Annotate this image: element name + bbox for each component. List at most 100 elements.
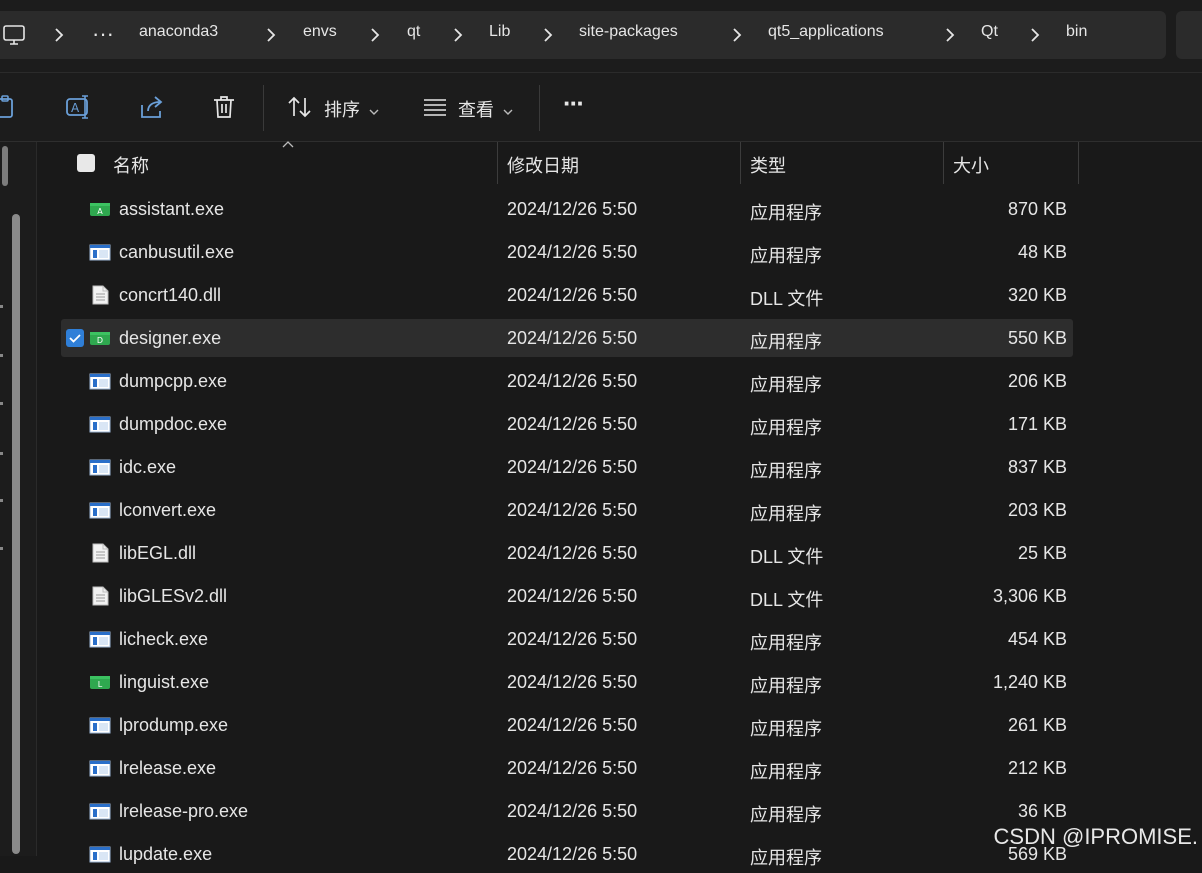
- toolbar-divider: [263, 85, 264, 131]
- share-icon[interactable]: [138, 93, 166, 121]
- file-row[interactable]: lprodump.exe 2024/12/26 5:50 应用程序 261 KB: [61, 706, 1073, 744]
- breadcrumb-overflow[interactable]: ···: [92, 21, 114, 47]
- file-type: 应用程序: [750, 848, 822, 868]
- address-bar[interactable]: ··· anaconda3 envs qt Lib site-packages …: [0, 11, 1166, 59]
- file-name[interactable]: lupdate.exe: [119, 844, 212, 865]
- column-resize-handle[interactable]: [497, 142, 498, 184]
- file-row[interactable]: lrelease.exe 2024/12/26 5:50 应用程序 212 KB: [61, 749, 1073, 787]
- file-row[interactable]: canbusutil.exe 2024/12/26 5:50 应用程序 48 KB: [61, 233, 1073, 271]
- file-size: 837 KB: [1007, 457, 1067, 477]
- file-name[interactable]: lrelease-pro.exe: [119, 801, 248, 822]
- file-size: 48 KB: [1017, 242, 1067, 262]
- column-resize-handle[interactable]: [1078, 142, 1079, 184]
- file-row[interactable]: Aassistant.exe 2024/12/26 5:50 应用程序 870 KB: [61, 190, 1073, 228]
- file-date: 2024/12/26 5:50: [507, 457, 638, 477]
- file-name[interactable]: concrt140.dll: [119, 285, 221, 306]
- nav-scrollbar[interactable]: [12, 214, 20, 854]
- column-name[interactable]: 名称: [113, 152, 149, 178]
- chevron-right-icon[interactable]: [50, 25, 68, 45]
- column-type[interactable]: 类型: [750, 152, 786, 178]
- file-name[interactable]: libEGL.dll: [119, 543, 196, 564]
- breadcrumb-lib[interactable]: Lib: [489, 23, 510, 41]
- file-type: 应用程序: [750, 633, 822, 653]
- row-checkbox[interactable]: [66, 329, 84, 347]
- file-type: 应用程序: [750, 805, 822, 825]
- breadcrumb-anaconda3[interactable]: anaconda3: [139, 23, 218, 41]
- exe-icon: [89, 715, 111, 735]
- select-all-checkbox[interactable]: [77, 154, 95, 172]
- breadcrumb-bin[interactable]: bin: [1066, 23, 1087, 41]
- file-name[interactable]: dumpdoc.exe: [119, 414, 227, 435]
- file-date: 2024/12/26 5:50: [507, 285, 638, 305]
- file-name[interactable]: dumpcpp.exe: [119, 371, 227, 392]
- chevron-right-icon[interactable]: [366, 25, 384, 45]
- dll-icon: [89, 543, 111, 563]
- column-resize-handle[interactable]: [943, 142, 944, 184]
- view-button[interactable]: 查看: [458, 96, 494, 122]
- file-row[interactable]: lconvert.exe 2024/12/26 5:50 应用程序 203 KB: [61, 491, 1073, 529]
- file-row[interactable]: lupdate.exe 2024/12/26 5:50 应用程序 569 KB: [61, 835, 1073, 873]
- rename-icon[interactable]: A: [65, 93, 93, 121]
- file-name[interactable]: idc.exe: [119, 457, 176, 478]
- file-row[interactable]: dumpcpp.exe 2024/12/26 5:50 应用程序 206 KB: [61, 362, 1073, 400]
- nav-scrollbar-thumb[interactable]: [2, 146, 8, 186]
- file-row[interactable]: lrelease-pro.exe 2024/12/26 5:50 应用程序 36 KB: [61, 792, 1073, 830]
- file-name[interactable]: assistant.exe: [119, 199, 224, 220]
- chevron-right-icon[interactable]: [941, 25, 959, 45]
- chevron-down-icon[interactable]: [369, 103, 379, 121]
- file-name[interactable]: lrelease.exe: [119, 758, 216, 779]
- search-box-edge[interactable]: [1176, 11, 1202, 59]
- file-row[interactable]: libEGL.dll 2024/12/26 5:50 DLL 文件 25 KB: [61, 534, 1073, 572]
- nav-expander[interactable]: [0, 499, 3, 502]
- file-type: DLL 文件: [750, 547, 824, 567]
- column-size[interactable]: 大小: [953, 152, 989, 178]
- file-row[interactable]: Ddesigner.exe 2024/12/26 5:50 应用程序 550 KB: [61, 319, 1073, 357]
- file-row[interactable]: idc.exe 2024/12/26 5:50 应用程序 837 KB: [61, 448, 1073, 486]
- dll-icon: [89, 586, 111, 606]
- file-row[interactable]: libGLESv2.dll 2024/12/26 5:50 DLL 文件 3,306 …: [61, 577, 1073, 615]
- breadcrumb-site-packages[interactable]: site-packages: [579, 23, 678, 41]
- breadcrumb-qt[interactable]: qt: [407, 23, 420, 41]
- chevron-right-icon[interactable]: [1026, 25, 1044, 45]
- file-type: DLL 文件: [750, 590, 824, 610]
- column-date[interactable]: 修改日期: [507, 152, 579, 178]
- file-row[interactable]: Llinguist.exe 2024/12/26 5:50 应用程序 1,240 KB: [61, 663, 1073, 701]
- file-name[interactable]: licheck.exe: [119, 629, 208, 650]
- delete-icon[interactable]: [210, 93, 238, 121]
- nav-expander[interactable]: [0, 354, 3, 357]
- chevron-down-icon[interactable]: [503, 103, 513, 121]
- file-row[interactable]: dumpdoc.exe 2024/12/26 5:50 应用程序 171 KB: [61, 405, 1073, 443]
- file-size: 203 KB: [1007, 500, 1067, 520]
- exe-icon: [89, 758, 111, 778]
- file-size: 171 KB: [1007, 414, 1067, 434]
- chevron-right-icon[interactable]: [728, 25, 746, 45]
- file-row[interactable]: concrt140.dll 2024/12/26 5:50 DLL 文件 320 KB: [61, 276, 1073, 314]
- nav-expander[interactable]: [0, 402, 3, 405]
- file-size: 36 KB: [1017, 801, 1067, 821]
- nav-expander[interactable]: [0, 547, 3, 550]
- file-size: 206 KB: [1007, 371, 1067, 391]
- column-resize-handle[interactable]: [740, 142, 741, 184]
- file-name[interactable]: linguist.exe: [119, 672, 209, 693]
- chevron-right-icon[interactable]: [449, 25, 467, 45]
- file-name[interactable]: libGLESv2.dll: [119, 586, 227, 607]
- nav-expander[interactable]: [0, 452, 3, 455]
- chevron-right-icon[interactable]: [539, 25, 557, 45]
- more-options-button[interactable]: ···: [563, 88, 585, 119]
- breadcrumb-qt5-applications[interactable]: qt5_applications: [768, 23, 884, 41]
- chevron-right-icon[interactable]: [262, 25, 280, 45]
- breadcrumb-envs[interactable]: envs: [303, 23, 337, 41]
- computer-icon[interactable]: [2, 23, 26, 47]
- exe-icon: [89, 801, 111, 821]
- nav-expander[interactable]: [0, 305, 3, 308]
- breadcrumb-qt-folder[interactable]: Qt: [981, 23, 998, 41]
- file-name[interactable]: lconvert.exe: [119, 500, 216, 521]
- sort-button[interactable]: 排序: [324, 96, 360, 122]
- file-name[interactable]: designer.exe: [119, 328, 221, 349]
- sort-icon[interactable]: [286, 93, 314, 121]
- file-row[interactable]: licheck.exe 2024/12/26 5:50 应用程序 454 KB: [61, 620, 1073, 658]
- file-name[interactable]: canbusutil.exe: [119, 242, 234, 263]
- file-name[interactable]: lprodump.exe: [119, 715, 228, 736]
- view-icon[interactable]: [421, 93, 449, 121]
- paste-icon[interactable]: [0, 93, 20, 121]
